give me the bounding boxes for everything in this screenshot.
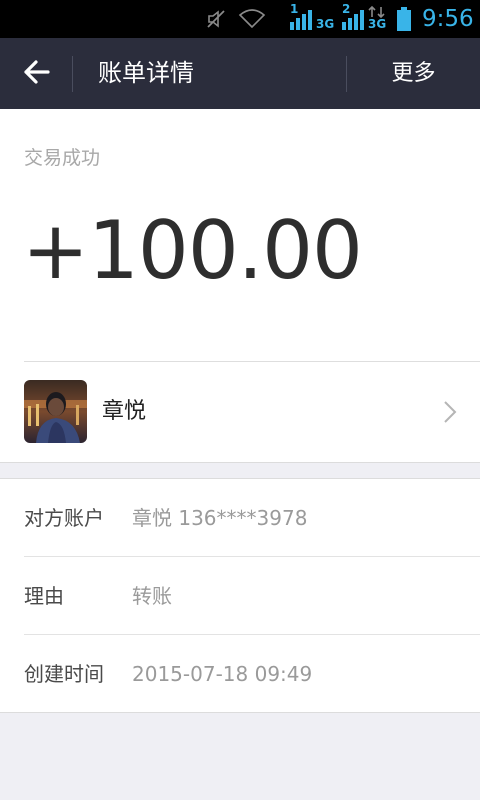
wifi-icon (238, 0, 266, 38)
chevron-right-icon (440, 400, 460, 424)
sim2-network: 3G (368, 17, 387, 31)
transaction-details: 对方账户 章悦 136****3978 理由 转账 创建时间 2015-07-1… (0, 478, 480, 713)
detail-value: 2015-07-18 09:49 (132, 662, 313, 686)
status-bar: 1 3G 2 3G 9:56 (0, 0, 480, 38)
detail-value: 章悦 136****3978 (132, 506, 308, 530)
battery-icon (396, 0, 412, 38)
detail-row-account: 对方账户 章悦 136****3978 (0, 479, 480, 557)
page-title: 账单详情 (98, 59, 194, 87)
avatar (24, 380, 87, 443)
signal-icon: 2 3G (340, 0, 390, 38)
sim1-network: 3G (316, 17, 335, 31)
detail-row-reason: 理由 转账 (0, 557, 480, 635)
clock: 9:56 (422, 6, 474, 32)
mute-icon (204, 0, 228, 38)
transaction-summary: 交易成功 +100.00 章悦 (0, 109, 480, 463)
detail-label: 对方账户 (24, 506, 104, 530)
more-button[interactable]: 更多 (347, 38, 480, 109)
detail-value: 转账 (132, 584, 172, 608)
detail-label: 理由 (24, 584, 64, 608)
header-divider (72, 56, 73, 92)
signal-icon: 1 3G (288, 0, 336, 38)
detail-row-created-time: 创建时间 2015-07-18 09:49 (0, 635, 480, 713)
app-header: 账单详情 更多 (0, 38, 480, 109)
back-arrow-icon (22, 59, 50, 89)
detail-label: 创建时间 (24, 662, 104, 686)
back-button[interactable] (0, 38, 72, 109)
contact-name: 章悦 (102, 399, 147, 424)
contact-row[interactable]: 章悦 (0, 362, 480, 462)
transaction-amount: +100.00 (22, 204, 363, 297)
transaction-status: 交易成功 (24, 147, 101, 169)
